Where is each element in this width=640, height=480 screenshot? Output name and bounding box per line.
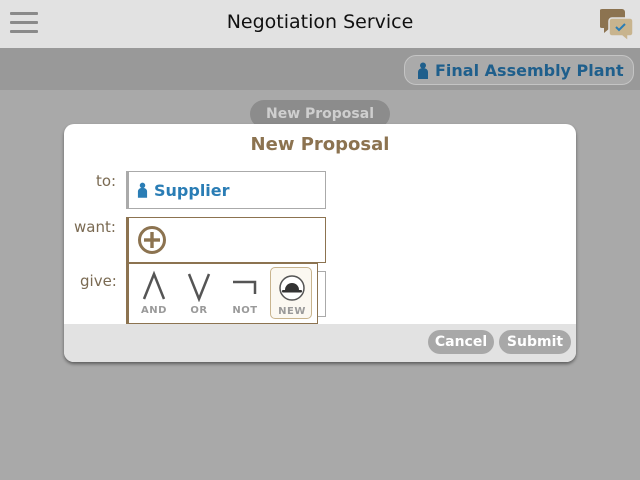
or-label: OR [190, 305, 208, 316]
bowler-hat-icon [279, 275, 305, 301]
person-icon [137, 182, 148, 198]
to-label: to: [96, 172, 117, 190]
give-label: give: [80, 272, 117, 290]
to-value: Supplier [154, 180, 230, 200]
or-operator-button[interactable]: OR [178, 267, 220, 319]
not-icon [233, 280, 257, 294]
to-field[interactable]: Supplier [126, 171, 326, 209]
not-label: NOT [232, 305, 258, 316]
new-proposal-dialog: New Proposal to: Supplier want: give: AN… [64, 124, 576, 362]
cancel-button[interactable]: Cancel [428, 330, 494, 354]
want-label: want: [74, 218, 116, 236]
plus-circle-icon[interactable] [137, 225, 167, 255]
and-label: AND [141, 305, 167, 316]
organization-name: Final Assembly Plant [435, 60, 624, 80]
new-label: NEW [278, 306, 306, 317]
operator-menu: AND OR NOT NEW [126, 263, 318, 324]
not-operator-button[interactable]: NOT [224, 267, 266, 319]
top-bar: Negotiation Service [0, 0, 640, 48]
and-operator-button[interactable]: AND [133, 267, 175, 319]
organization-chip[interactable]: Final Assembly Plant [404, 55, 634, 85]
and-icon [142, 270, 166, 300]
app-title: Negotiation Service [226, 11, 414, 33]
chat-bubbles-icon[interactable] [599, 6, 634, 43]
or-icon [187, 273, 211, 302]
submit-button[interactable]: Submit [499, 330, 571, 354]
new-operator-button[interactable]: NEW [270, 267, 312, 319]
person-icon [418, 62, 428, 79]
want-field[interactable] [126, 217, 326, 263]
dialog-title: New Proposal [250, 134, 390, 155]
